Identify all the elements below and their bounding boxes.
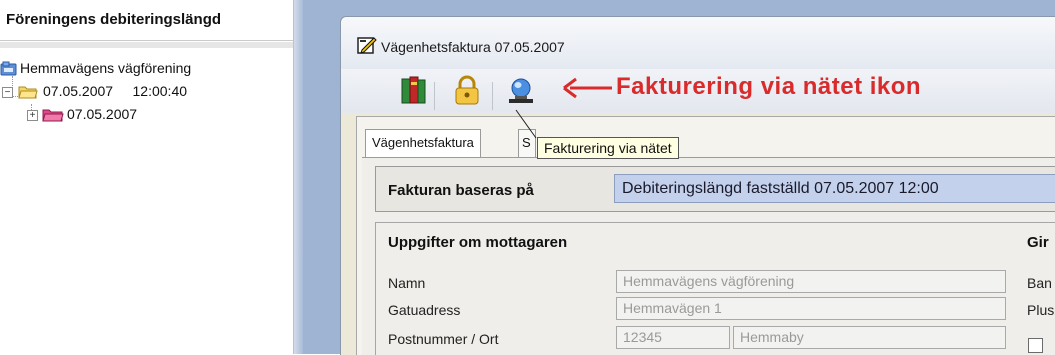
toolbar-separator <box>492 82 493 110</box>
edit-document-icon <box>357 37 377 54</box>
tab-vagenhetsfaktura[interactable]: Vägenhetsfaktura <box>365 129 481 158</box>
collapse-icon[interactable]: − <box>2 87 13 98</box>
recipient-heading: Uppgifter om mottagaren <box>388 234 568 251</box>
tooltip: Fakturering via nätet <box>537 137 679 159</box>
padlock-icon <box>455 75 479 105</box>
folder-pink-icon <box>42 109 64 122</box>
tree-item-label: Hemmavägens vägförening <box>20 60 192 76</box>
window-title: Vägenhetsfaktura 07.05.2007 <box>381 39 565 55</box>
books-icon <box>401 76 426 104</box>
mouse-pointer-icon <box>515 109 537 139</box>
street-label: Gatuadress <box>388 302 461 318</box>
annotation-label: Fakturering via nätet ikon <box>616 73 922 100</box>
postal-code-field[interactable]: 12345 <box>616 326 730 349</box>
tree-divider <box>0 42 293 48</box>
tree-panel: Föreningens debiteringslängd Hemmavägens… <box>0 0 294 354</box>
panel-splitter[interactable] <box>294 0 303 354</box>
basis-label: Fakturan baseras på <box>388 182 534 199</box>
tree-title: Föreningens debiteringslängd <box>6 11 222 28</box>
bank-label: Ban <box>1027 275 1052 291</box>
lock-button[interactable] <box>450 74 484 108</box>
toolbar-separator <box>434 82 435 110</box>
giro-heading: Gir <box>1027 234 1049 251</box>
city-field[interactable]: Hemmaby <box>733 326 1006 349</box>
folder-open-icon <box>18 86 38 99</box>
name-label: Namn <box>388 275 426 291</box>
web-invoice-icon <box>509 78 533 103</box>
basis-value-field[interactable]: Debiteringslängd fastställd 07.05.2007 1… <box>614 174 1055 203</box>
tree-item-label: 07.05.2007 12:00:40 <box>43 83 188 99</box>
books-button[interactable] <box>396 74 430 108</box>
name-field[interactable]: Hemmavägens vägförening <box>616 270 1006 293</box>
network-folder-icon <box>0 61 17 76</box>
postal-label: Postnummer / Ort <box>388 331 499 347</box>
tree-item-root[interactable]: Hemmavägens vägförening <box>0 60 290 78</box>
tree-item-date[interactable]: + 07.05.2007 <box>0 106 290 124</box>
street-field[interactable]: Hemmavägen 1 <box>616 297 1006 320</box>
window-titlebar[interactable]: Vägenhetsfaktura 07.05.2007 <box>341 17 1055 69</box>
giro-checkbox[interactable] <box>1028 338 1043 353</box>
plusgiro-label: Plus <box>1027 302 1055 318</box>
web-invoice-button[interactable] <box>504 74 538 108</box>
red-arrow-icon <box>563 77 612 99</box>
tree-item-date-time[interactable]: − 07.05.2007 12:00:40 <box>0 83 290 101</box>
expand-icon[interactable]: + <box>27 110 38 121</box>
tree-item-label: 07.05.2007 <box>67 106 138 122</box>
tree-header: Föreningens debiteringslängd <box>0 0 293 41</box>
